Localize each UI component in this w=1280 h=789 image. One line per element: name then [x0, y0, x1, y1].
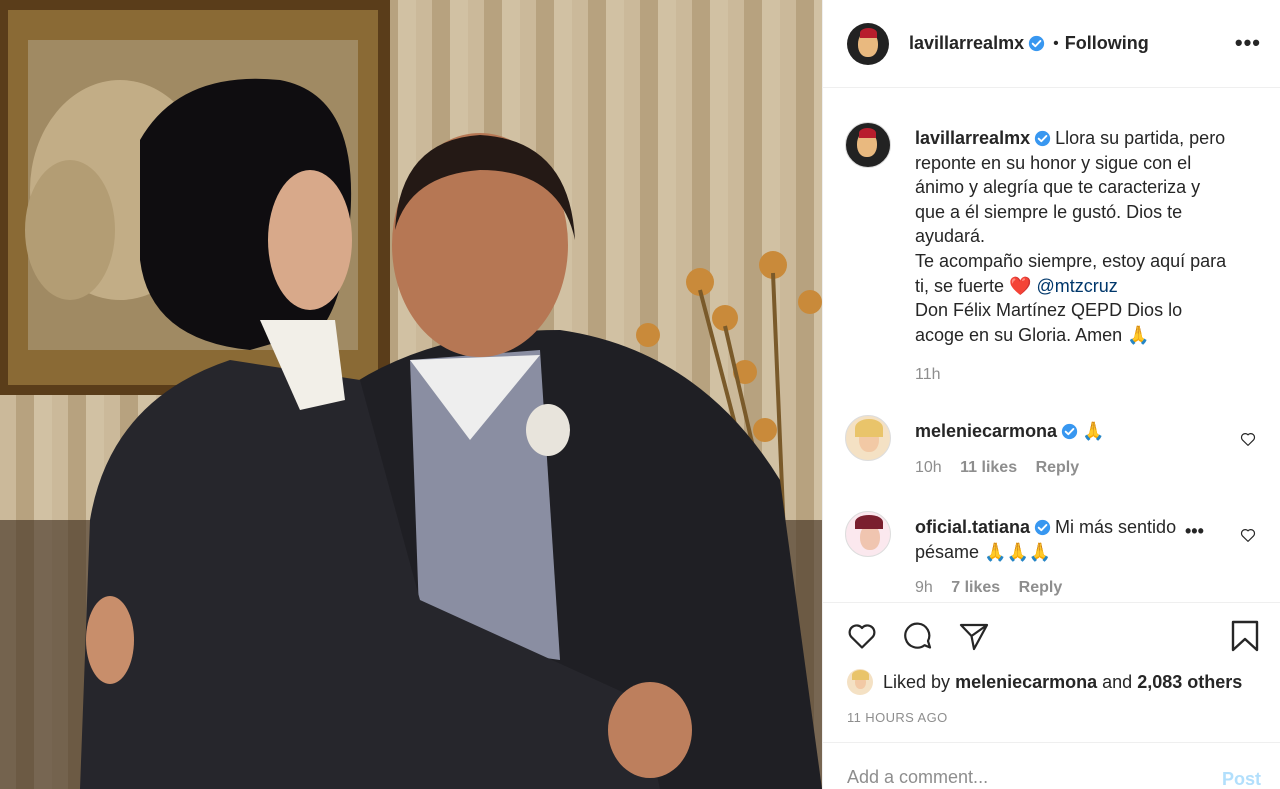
- commenter-username[interactable]: meleniecarmona: [915, 421, 1057, 441]
- separator-dot: •: [1053, 34, 1059, 52]
- verified-badge-icon: [1034, 130, 1051, 147]
- verified-badge-icon: [1034, 519, 1051, 536]
- liked-by-prefix: Liked by: [883, 671, 951, 692]
- caption-line: ayudará.: [915, 226, 986, 247]
- comment-meta: 9h 7 likes Reply: [915, 576, 1190, 601]
- post-sidebar: lavillarrealmx • Following ••• lavillarr…: [822, 0, 1280, 789]
- liker-avatar[interactable]: [847, 669, 873, 695]
- verified-badge-icon: [1061, 423, 1078, 440]
- pray-emoji: 🙏: [1127, 324, 1150, 345]
- commenter-avatar[interactable]: [845, 511, 891, 557]
- caption-line: acoge en su Gloria. Amen: [915, 324, 1123, 345]
- comment-text: pésame 🙏🙏🙏: [915, 541, 1052, 562]
- author-avatar[interactable]: [847, 22, 889, 65]
- more-options-icon[interactable]: •••: [1235, 30, 1261, 56]
- caption-line: Llora su partida, pero: [1055, 128, 1226, 148]
- reply-button[interactable]: Reply: [1036, 459, 1080, 476]
- reply-button[interactable]: Reply: [1019, 579, 1063, 596]
- caption-username[interactable]: lavillarrealmx: [915, 128, 1030, 148]
- author-username[interactable]: lavillarrealmx: [909, 33, 1024, 54]
- caption-line: Te acompaño siempre, estoy aquí para: [915, 250, 1227, 271]
- comment-body: oficial.tatiana Mi más sentido pésame 🙏🙏🙏…: [915, 515, 1190, 601]
- comments-list[interactable]: lavillarrealmx Llora su partida, pero rep…: [823, 89, 1280, 601]
- liked-by-others[interactable]: 2,083 others: [1137, 672, 1242, 692]
- mention-link[interactable]: @mtzcruz: [1037, 276, 1118, 296]
- post-timestamp[interactable]: 11 HOURS AGO: [847, 710, 948, 725]
- following-button[interactable]: Following: [1065, 33, 1149, 54]
- caption-line: que a él siempre le gustó. Dios te: [915, 201, 1183, 222]
- like-comment-heart-icon[interactable]: [1239, 526, 1257, 544]
- comment-time[interactable]: 9h: [915, 579, 933, 596]
- comment-likes[interactable]: 11 likes: [960, 459, 1017, 476]
- post-header: lavillarrealmx • Following •••: [823, 0, 1280, 88]
- caption-body: lavillarrealmx Llora su partida, pero rep…: [915, 126, 1235, 388]
- like-heart-icon[interactable]: [845, 619, 879, 653]
- caption-author-avatar[interactable]: [845, 122, 891, 168]
- comment-text: 🙏: [1082, 421, 1105, 441]
- liked-by-and: and: [1102, 671, 1133, 692]
- caption-line: ánimo y alegría que te caracteriza y: [915, 177, 1201, 198]
- commenter-avatar[interactable]: [845, 415, 891, 461]
- action-icons: [845, 619, 991, 653]
- comment-likes[interactable]: 7 likes: [951, 579, 1000, 596]
- comment-body: meleniecarmona 🙏 10h 11 likes Reply: [915, 419, 1235, 480]
- comment-text: Mi más sentido: [1055, 517, 1177, 537]
- share-icon[interactable]: [957, 619, 991, 653]
- comment-meta: 10h 11 likes Reply: [915, 456, 1235, 481]
- liked-by: Liked by meleniecarmona and 2,083 others: [847, 669, 1242, 695]
- comment-options-icon[interactable]: •••: [1185, 521, 1204, 542]
- comment-icon[interactable]: [901, 619, 935, 653]
- add-comment-input[interactable]: [847, 767, 1187, 788]
- verified-badge-icon: [1028, 35, 1045, 52]
- caption-meta: 11h: [915, 363, 1235, 388]
- post-photo[interactable]: [0, 0, 822, 789]
- like-comment-heart-icon[interactable]: [1239, 430, 1257, 448]
- caption-time[interactable]: 11h: [915, 366, 941, 383]
- red-heart-emoji: ❤️: [1009, 275, 1032, 296]
- photo-illustration: [0, 0, 822, 789]
- liked-by-user[interactable]: meleniecarmona: [955, 672, 1097, 692]
- post-comment-button[interactable]: Post: [1222, 769, 1261, 789]
- caption-line: Don Félix Martínez QEPD Dios lo: [915, 300, 1183, 321]
- commenter-username[interactable]: oficial.tatiana: [915, 517, 1030, 537]
- save-bookmark-icon[interactable]: [1229, 619, 1261, 653]
- caption-line: ti, se fuerte: [915, 275, 1005, 296]
- caption-line: reponte en su honor y sigue con el: [915, 152, 1192, 173]
- post-actions: Liked by meleniecarmona and 2,083 others…: [823, 602, 1280, 789]
- comment-composer: Post: [823, 742, 1280, 789]
- comment-time[interactable]: 10h: [915, 459, 942, 476]
